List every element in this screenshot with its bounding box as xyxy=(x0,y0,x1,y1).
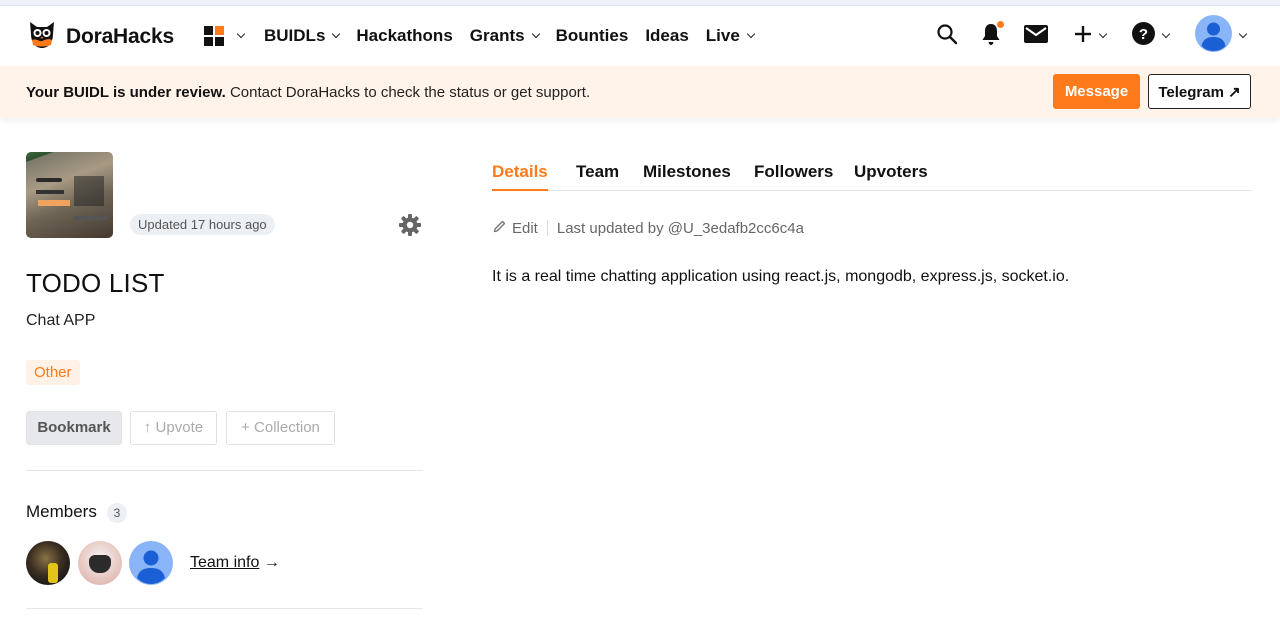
create-menu-button[interactable] xyxy=(1074,25,1108,48)
tab-followers[interactable]: Followers xyxy=(754,162,833,191)
nav-item-label: Bounties xyxy=(555,26,629,45)
telegram-button[interactable]: Telegram ↗ xyxy=(1148,74,1251,109)
nav-actions: ? xyxy=(914,6,1248,66)
user-menu-button[interactable] xyxy=(1195,15,1248,57)
chevron-down-icon xyxy=(1161,29,1171,39)
banner-bold-text: Your BUIDL is under review. xyxy=(26,84,226,101)
tab-team[interactable]: Team xyxy=(576,162,619,191)
messages-button[interactable] xyxy=(1024,24,1048,48)
chevron-down-icon xyxy=(1098,29,1108,39)
main-menu: BUIDLs Hackathons Grants Bounties Ideas … xyxy=(204,6,771,66)
chevron-down-icon xyxy=(236,29,246,39)
project-title: TODO LIST xyxy=(26,268,165,298)
edit-label: Edit xyxy=(512,219,538,237)
notifications-button[interactable] xyxy=(980,20,1004,51)
tab-details[interactable]: Details xyxy=(492,162,548,191)
gear-icon xyxy=(398,214,422,241)
edit-button[interactable]: Edit xyxy=(493,219,538,237)
brand-logo[interactable]: DoraHacks xyxy=(26,18,174,55)
team-info-link[interactable]: Team info → xyxy=(190,554,280,572)
notification-dot xyxy=(997,20,1004,28)
nav-item-hackathons[interactable]: Hackathons xyxy=(356,26,452,46)
pencil-icon xyxy=(493,219,507,237)
banner-message: Your BUIDL is under review. Contact Dora… xyxy=(26,84,590,101)
nav-item-label: Ideas xyxy=(645,26,689,45)
bookmark-button[interactable]: Bookmark xyxy=(26,411,122,445)
nav-item-live[interactable]: Live xyxy=(705,26,756,46)
project-description: It is a real time chatting application u… xyxy=(492,268,1070,285)
owl-logo-icon xyxy=(26,18,58,55)
member-avatar[interactable] xyxy=(26,541,70,585)
divider xyxy=(26,608,423,609)
brand-name: DoraHacks xyxy=(66,24,174,48)
nav-item-bounties[interactable]: Bounties xyxy=(556,26,629,46)
top-nav: DoraHacks BUIDLs Hackathons Grants Bount… xyxy=(0,6,1280,66)
banner-body-text: Contact DoraHacks to check the status or… xyxy=(225,84,591,101)
plus-icon xyxy=(1074,25,1092,48)
nav-item-ideas[interactable]: Ideas xyxy=(645,26,688,46)
apps-grid-icon xyxy=(204,26,224,46)
nav-item-grants[interactable]: Grants xyxy=(469,26,540,46)
nav-item-buidls[interactable]: BUIDLs xyxy=(264,26,341,46)
search-button[interactable] xyxy=(936,23,958,50)
members-count-badge: 3 xyxy=(107,503,127,523)
chevron-down-icon xyxy=(1238,29,1248,39)
team-info-label: Team info xyxy=(190,554,260,571)
message-button[interactable]: Message xyxy=(1053,74,1140,109)
avatar-icon xyxy=(1195,15,1232,57)
divider xyxy=(26,470,423,471)
search-icon xyxy=(936,23,958,50)
updated-badge: Updated 17 hours ago xyxy=(130,214,275,235)
nav-item-label: Grants xyxy=(469,26,525,45)
mail-icon xyxy=(1024,24,1048,48)
upvote-button[interactable]: ↑ Upvote xyxy=(130,411,217,445)
nav-item-label: BUIDLs xyxy=(264,26,326,45)
settings-button[interactable] xyxy=(398,213,422,242)
tab-milestones[interactable]: Milestones xyxy=(643,162,731,191)
last-updated-text: Last updated by @U_3edafb2cc6c4a xyxy=(556,219,804,237)
nav-item-label: Hackathons xyxy=(356,26,453,45)
nav-item-label: Live xyxy=(705,26,740,45)
add-collection-button[interactable]: + Collection xyxy=(226,411,335,445)
apps-menu-button[interactable] xyxy=(204,26,246,46)
tab-upvoters[interactable]: Upvoters xyxy=(854,162,928,191)
member-avatar[interactable] xyxy=(78,541,122,585)
help-menu-button[interactable]: ? xyxy=(1132,22,1171,50)
help-icon: ? xyxy=(1132,22,1155,50)
svg-text:?: ? xyxy=(1139,26,1148,43)
edit-row: Edit Last updated by @U_3edafb2cc6c4a xyxy=(493,219,804,237)
member-avatar[interactable] xyxy=(129,541,173,585)
chevron-down-icon xyxy=(332,29,341,39)
chevron-down-icon xyxy=(531,29,540,39)
project-tabs: Details Team Milestones Followers Upvote… xyxy=(492,160,1252,191)
arrow-right-icon: → xyxy=(259,554,280,571)
category-tag[interactable]: Other xyxy=(26,360,80,385)
separator xyxy=(546,220,548,236)
project-subtitle: Chat APP xyxy=(26,312,96,329)
review-banner: Your BUIDL is under review. Contact Dora… xyxy=(0,66,1280,118)
project-thumbnail xyxy=(26,152,113,238)
chevron-down-icon xyxy=(746,29,756,39)
members-heading: Members xyxy=(26,502,97,521)
